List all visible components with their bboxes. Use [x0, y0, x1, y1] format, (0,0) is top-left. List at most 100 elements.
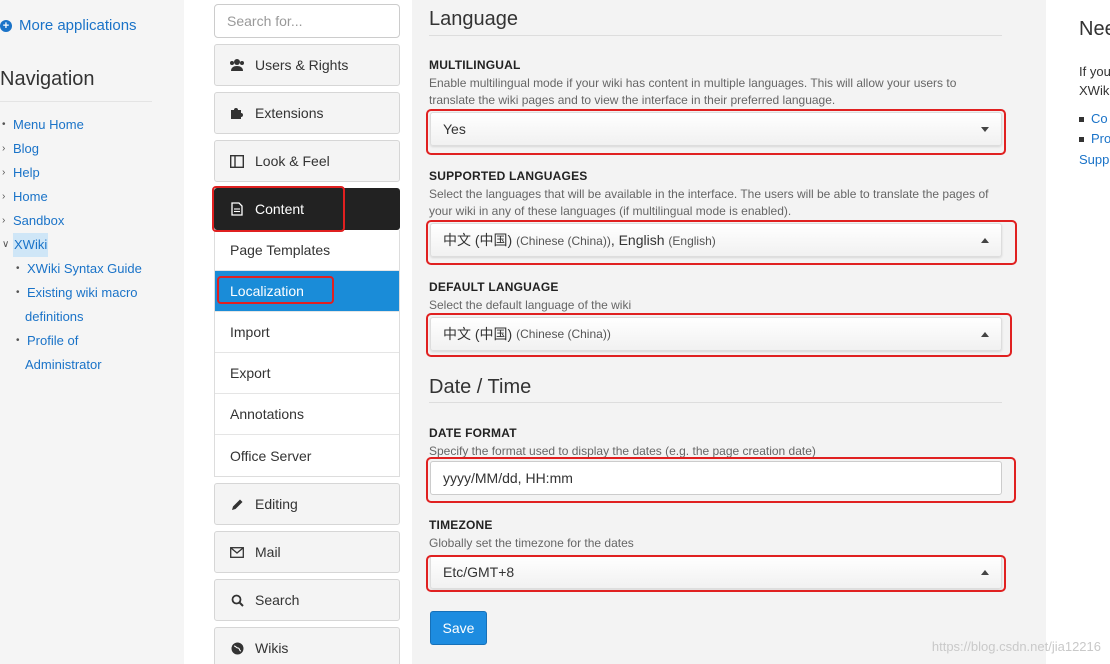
- help-link[interactable]: Co: [1079, 111, 1108, 126]
- date-format-hint: Specify the format used to display the d…: [429, 444, 816, 458]
- caret-up-icon: [981, 238, 989, 243]
- default-language-select[interactable]: 中文 (中国) (Chinese (China)): [430, 317, 1002, 351]
- help-link[interactable]: Pro: [1079, 131, 1110, 146]
- tree-item-sandbox[interactable]: › Sandbox: [0, 209, 142, 233]
- bullet-icon: •: [2, 119, 6, 130]
- more-applications-label: More applications: [19, 17, 137, 34]
- multilingual-select[interactable]: Yes: [430, 112, 1002, 146]
- timezone-value: Etc/GMT+8: [443, 564, 515, 580]
- tree-item-label[interactable]: Help: [13, 161, 40, 185]
- heading-divider: [429, 402, 1002, 403]
- tree-item-label[interactable]: XWiki: [13, 233, 49, 257]
- language-tag-chinese: 中文 (中国) (Chinese (China)),: [443, 230, 619, 250]
- tree-item-label[interactable]: Existing wiki macro: [27, 281, 138, 305]
- puzzle-icon: [229, 105, 245, 121]
- language-name: English: [618, 232, 665, 248]
- tree-item-blog[interactable]: › Blog: [0, 137, 142, 161]
- bullet-icon: [1079, 137, 1084, 143]
- bullet-icon: •: [16, 263, 20, 274]
- timezone-hint: Globally set the timezone for the dates: [429, 536, 634, 550]
- tree-item-label[interactable]: XWiki Syntax Guide: [27, 257, 142, 281]
- help-text-line: If you: [1079, 64, 1110, 79]
- watermark: https://blog.csdn.net/jia12216: [931, 639, 1101, 654]
- navigation-tree: • Menu Home › Blog › Help › Home › Sandbox ∨ X…: [0, 113, 142, 377]
- subitem-import[interactable]: Import: [215, 312, 399, 353]
- subitem-export[interactable]: Export: [215, 353, 399, 394]
- tree-item-label[interactable]: Sandbox: [13, 209, 64, 233]
- layout-icon: [229, 153, 245, 169]
- category-wikis[interactable]: Wikis: [214, 627, 400, 664]
- chevron-down-icon[interactable]: ∨: [0, 233, 13, 257]
- tree-item-label[interactable]: Blog: [13, 137, 39, 161]
- category-editing[interactable]: Editing: [214, 483, 400, 525]
- supported-languages-label: SUPPORTED LANGUAGES: [429, 169, 588, 183]
- tree-item-label[interactable]: Home: [13, 185, 48, 209]
- heading-divider: [429, 35, 1002, 36]
- tree-item-wiki-macro-cont[interactable]: definitions: [0, 305, 142, 329]
- save-button[interactable]: Save: [430, 611, 487, 645]
- tree-item-help[interactable]: › Help: [0, 161, 142, 185]
- category-label: Search: [255, 592, 300, 608]
- timezone-select[interactable]: Etc/GMT+8: [430, 555, 1002, 589]
- subitem-page-templates[interactable]: Page Templates: [215, 230, 399, 271]
- default-language-label: DEFAULT LANGUAGE: [429, 280, 559, 294]
- tree-item-xwiki[interactable]: ∨ XWiki: [0, 233, 142, 257]
- administration-menu: Search for... Users & Rights Extensions …: [212, 4, 400, 664]
- help-panel-title: Nee: [1079, 18, 1110, 40]
- content-subitems: Page Templates Localization Import Expor…: [214, 230, 400, 477]
- category-label: Mail: [255, 544, 281, 560]
- help-link-label: Co: [1091, 111, 1108, 126]
- category-label: Editing: [255, 496, 298, 512]
- category-search[interactable]: Search: [214, 579, 400, 621]
- category-content[interactable]: Content: [212, 186, 400, 232]
- left-navigation-panel: + More applications Navigation • Menu Hom…: [0, 0, 184, 664]
- tree-item-label[interactable]: Administrator: [25, 353, 102, 377]
- category-label: Wikis: [255, 640, 289, 656]
- right-help-panel: Nee If you XWik Co Pro Supp: [1069, 0, 1110, 664]
- navigation-title: Navigation: [0, 68, 95, 90]
- tree-item-profile[interactable]: • Profile of: [0, 329, 142, 353]
- language-name: 中文 (中国): [443, 232, 513, 248]
- chevron-right-icon[interactable]: ›: [0, 161, 13, 185]
- tree-item-profile-cont[interactable]: Administrator: [0, 353, 142, 377]
- tree-item-wiki-macro[interactable]: • Existing wiki macro: [0, 281, 142, 305]
- category-mail[interactable]: Mail: [214, 531, 400, 573]
- help-link-label: Pro: [1091, 131, 1110, 146]
- category-users-rights[interactable]: Users & Rights: [214, 44, 400, 86]
- multilingual-label: MULTILINGUAL: [429, 58, 521, 72]
- bullet-icon: •: [16, 287, 20, 298]
- highlight-box: [212, 186, 345, 232]
- admin-search-input[interactable]: Search for...: [214, 4, 400, 38]
- tree-item-label[interactable]: Menu Home: [13, 113, 84, 137]
- multilingual-hint: Enable multilingual mode if your wiki ha…: [429, 76, 957, 107]
- tree-item-label[interactable]: definitions: [25, 305, 84, 329]
- category-look-feel[interactable]: Look & Feel: [214, 140, 400, 182]
- subitem-office-server[interactable]: Office Server: [215, 435, 399, 476]
- chevron-right-icon[interactable]: ›: [0, 209, 13, 233]
- default-language-note: (Chinese (China)): [516, 327, 611, 341]
- date-format-input[interactable]: yyyy/MM/dd, HH:mm: [430, 461, 1002, 495]
- chevron-right-icon[interactable]: ›: [0, 185, 13, 209]
- plus-circle-icon: +: [0, 19, 12, 32]
- search-icon: [229, 592, 245, 608]
- pencil-icon: [229, 496, 245, 512]
- category-label: Users & Rights: [255, 57, 349, 73]
- support-link[interactable]: Supp: [1079, 152, 1109, 167]
- supported-languages-select[interactable]: 中文 (中国) (Chinese (China)), English (Engl…: [430, 223, 1002, 257]
- subitem-localization[interactable]: Localization: [215, 271, 399, 312]
- tree-item-label[interactable]: Profile of: [27, 329, 78, 353]
- default-language-hint: Select the default language of the wiki: [429, 298, 632, 312]
- subitem-annotations[interactable]: Annotations: [215, 394, 399, 435]
- category-extensions[interactable]: Extensions: [214, 92, 400, 134]
- highlight-box: [217, 276, 334, 304]
- envelope-icon: [229, 544, 245, 560]
- tree-item-syntax-guide[interactable]: • XWiki Syntax Guide: [0, 257, 142, 281]
- multilingual-value: Yes: [443, 121, 466, 137]
- more-applications-link[interactable]: + More applications: [0, 17, 137, 34]
- tree-item-home[interactable]: › Home: [0, 185, 142, 209]
- timezone-label: TIMEZONE: [429, 518, 493, 532]
- chevron-right-icon[interactable]: ›: [0, 137, 13, 161]
- tree-item-menu-home[interactable]: • Menu Home: [0, 113, 142, 137]
- bullet-icon: [1079, 117, 1084, 123]
- help-text-line: XWik: [1079, 83, 1110, 98]
